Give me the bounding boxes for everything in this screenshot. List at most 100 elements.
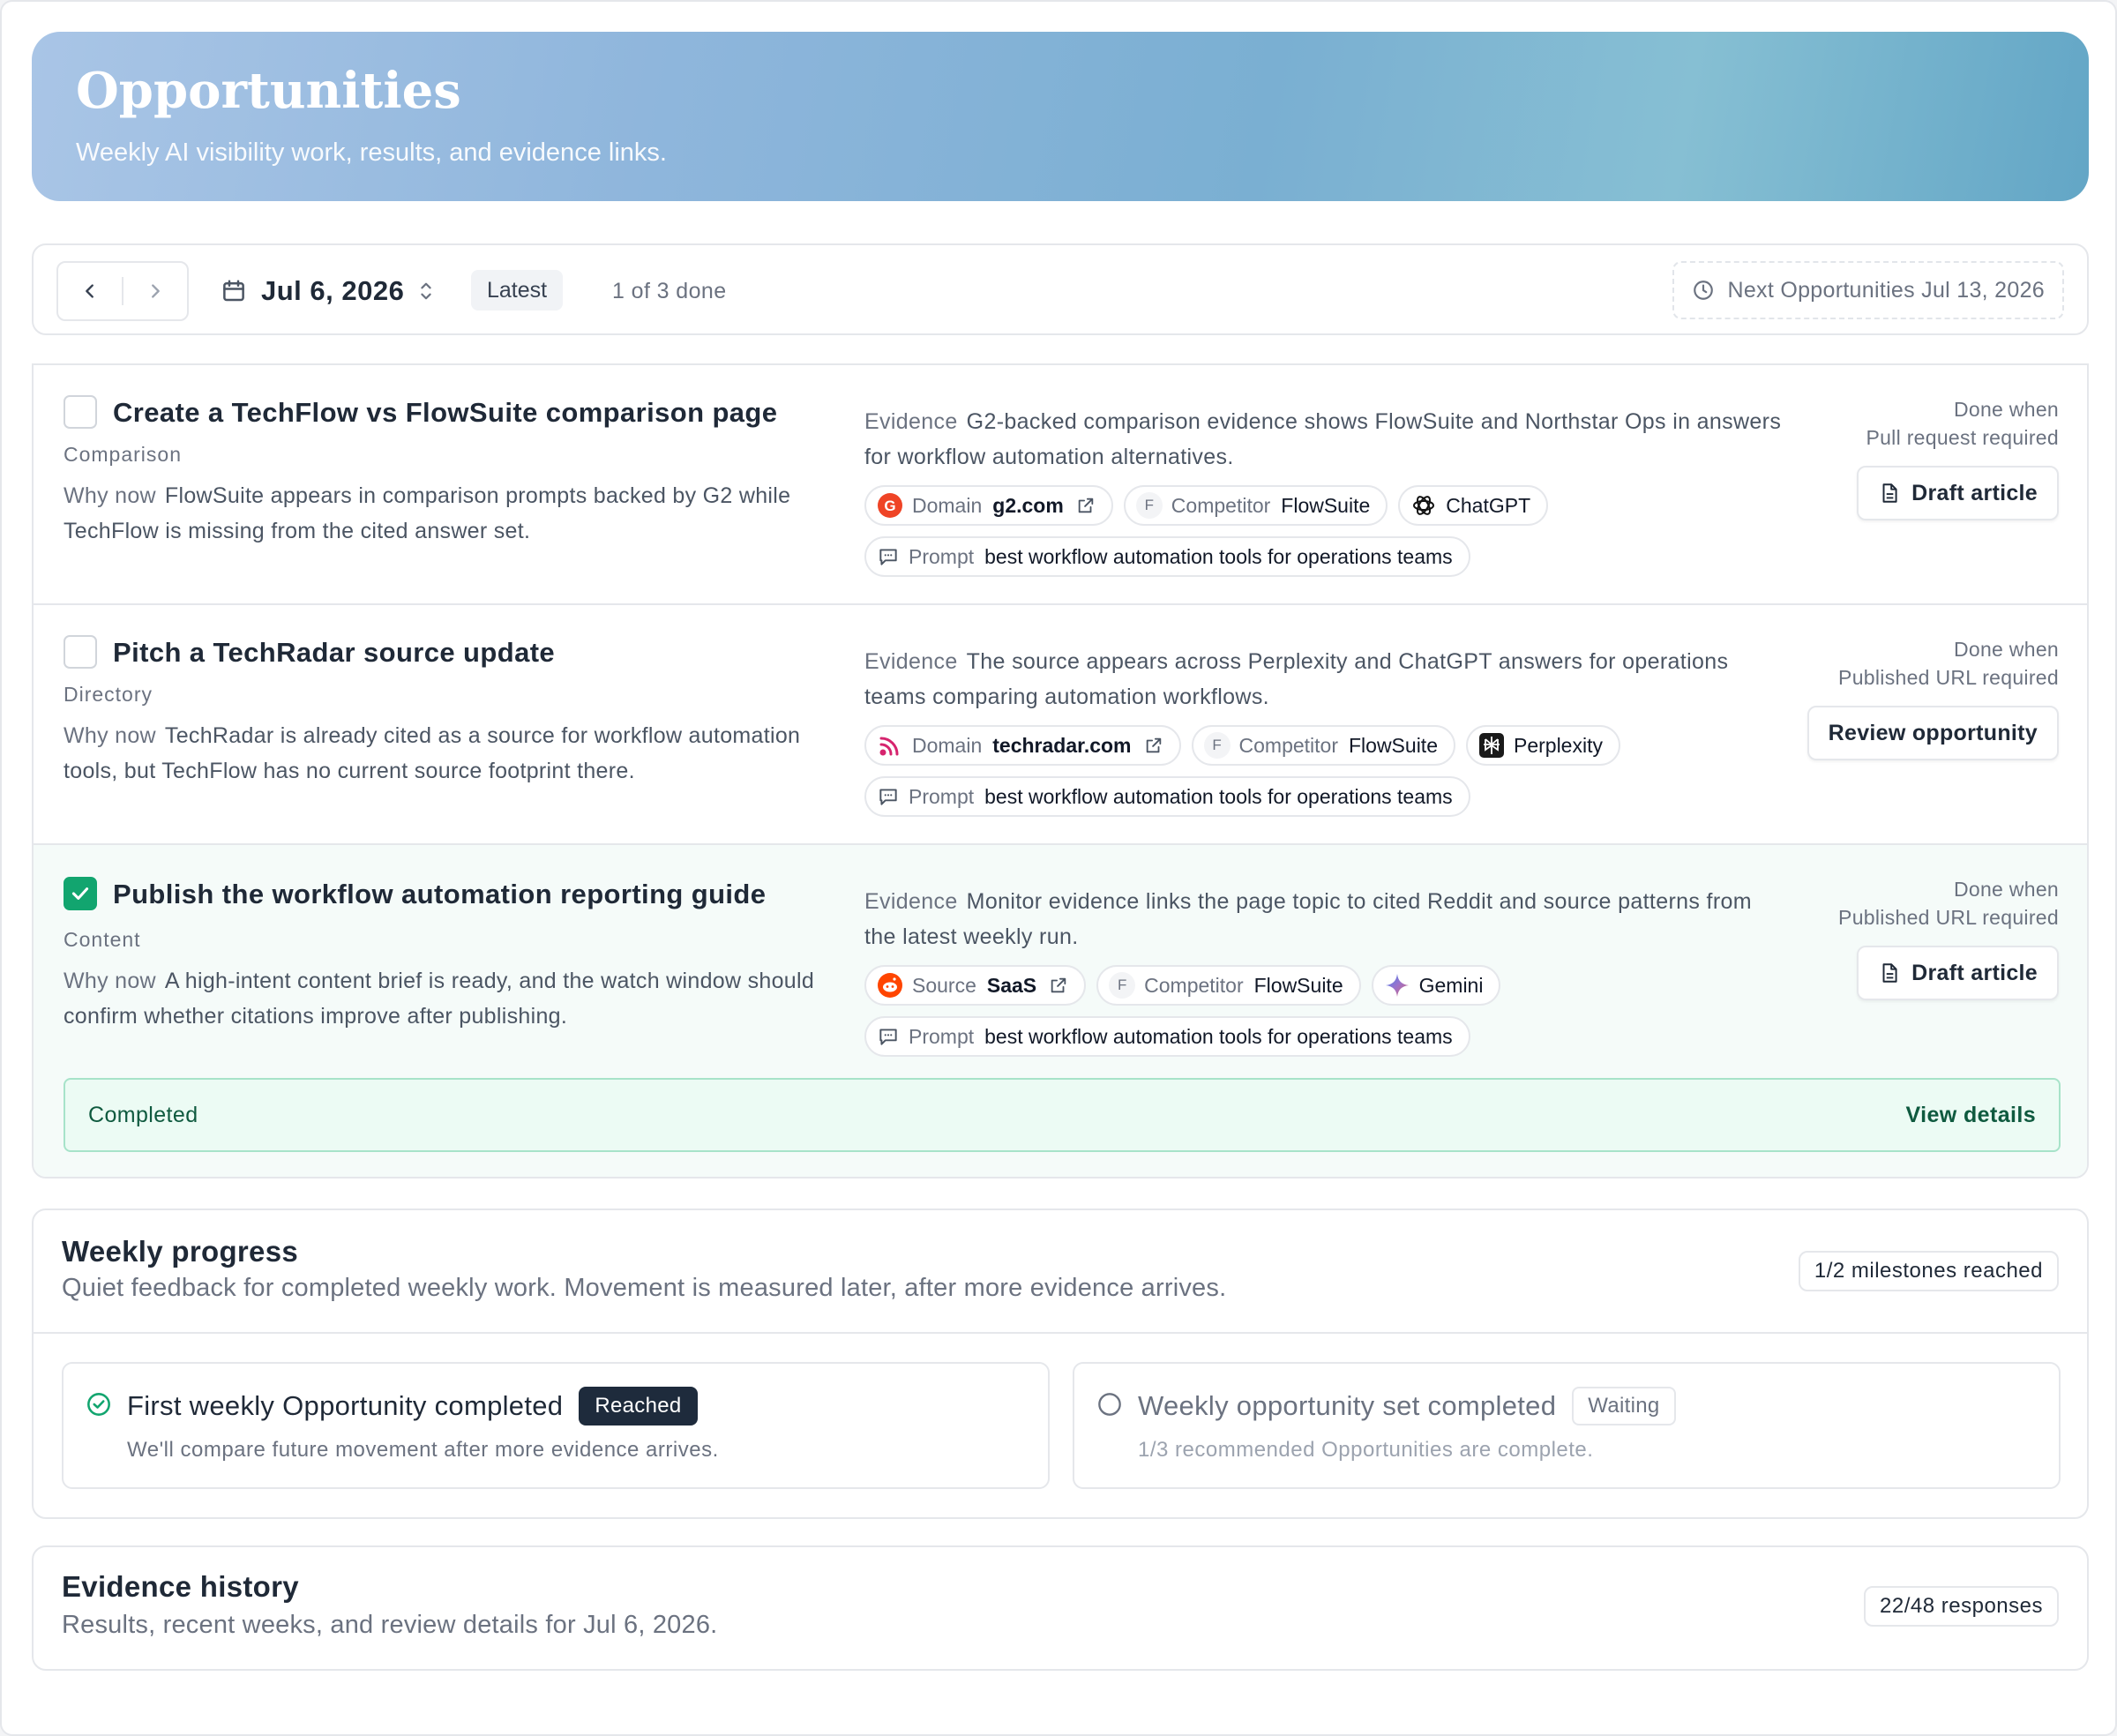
prev-week-button[interactable] [58, 263, 122, 319]
next-week-button[interactable] [123, 263, 187, 319]
opportunity-title: Create a TechFlow vs FlowSuite compariso… [113, 397, 778, 428]
weekly-progress-panel: Weekly progress Quiet feedback for compl… [32, 1208, 2089, 1519]
chip-value: FlowSuite [1349, 733, 1438, 757]
opportunity-evidence: Evidence G2-backed comparison evidence sh… [864, 404, 1782, 475]
done-when-requirement: Published URL required [1838, 666, 2059, 689]
chip-key: Competitor [1238, 733, 1338, 757]
evidence-chips: Source SaaS F Competitor FlowSuite Gemin… [864, 965, 1501, 1006]
prompt-chips: Prompt best workflow automation tools fo… [864, 776, 1470, 817]
chip-value: best workflow automation tools for opera… [984, 784, 1453, 808]
chip-value: SaaS [986, 973, 1037, 997]
opportunity-why: Why now TechRadar is already cited as a s… [64, 718, 857, 789]
milestone-title: First weekly Opportunity completed [127, 1390, 564, 1421]
opportunity-item: Create a TechFlow vs FlowSuite compariso… [34, 365, 2087, 605]
draft-article-button[interactable]: Draft article [1857, 946, 2059, 1000]
panel-subtitle: Results, recent weeks, and review detail… [62, 1611, 718, 1639]
opportunity-why: Why now A high-intent content brief is re… [64, 963, 857, 1034]
opportunity-category: Directory [64, 683, 153, 706]
panel-divider [34, 1332, 2087, 1334]
document-icon [1882, 483, 1897, 503]
evidence-chips: G Domain g2.com F Competitor FlowSuite C… [864, 485, 1549, 526]
prompt-chip[interactable]: Prompt best workflow automation tools fo… [864, 776, 1470, 817]
milestone-card: Weekly opportunity set completed Waiting… [1073, 1362, 2061, 1489]
external-link-icon [1051, 977, 1066, 993]
milestones-pill: 1/2 milestones reached [1798, 1251, 2059, 1291]
competitor-initial-icon: F [1203, 732, 1231, 759]
evidence-text: G2-backed comparison evidence shows Flow… [864, 409, 1782, 469]
opportunity-checkbox[interactable] [64, 395, 97, 429]
evidence-label: Evidence [864, 409, 958, 434]
milestone-title-row: Weekly opportunity set completed Waiting [1138, 1387, 1676, 1425]
chip-key: Domain [912, 493, 983, 517]
review-opportunity-button[interactable]: Review opportunity [1807, 706, 2059, 760]
opportunity-title: Publish the workflow automation reportin… [113, 879, 767, 909]
opportunity-list: Create a TechFlow vs FlowSuite compariso… [32, 363, 2089, 1179]
evidence-text: Monitor evidence links the page topic to… [864, 889, 1752, 949]
opportunity-checkbox[interactable] [64, 635, 97, 669]
chip-key: Domain [912, 733, 983, 757]
chevron-left-icon [86, 284, 94, 298]
engine-name: Gemini [1418, 973, 1484, 997]
opportunity-item: Pitch a TechRadar source update Director… [34, 605, 2087, 845]
responses-pill: 22/48 responses [1864, 1586, 2059, 1627]
reddit-icon [878, 973, 902, 998]
chip-value: FlowSuite [1253, 973, 1343, 997]
engine-name: Perplexity [1513, 733, 1603, 757]
competitor-chip[interactable]: F Competitor FlowSuite [1123, 485, 1388, 526]
milestone-title-row: First weekly Opportunity completed Reach… [127, 1387, 698, 1425]
message-icon [879, 549, 897, 565]
why-text: A high-intent content brief is ready, an… [64, 969, 815, 1029]
opportunity-why: Why now FlowSuite appears in comparison p… [64, 478, 857, 549]
clock-icon [1694, 281, 1714, 300]
status-badge: Reached [579, 1387, 698, 1425]
page-title: Opportunities [76, 62, 461, 120]
completed-banner: Completed View details [64, 1078, 2061, 1152]
button-label: Review opportunity [1828, 720, 2038, 745]
status-badge: Waiting [1572, 1387, 1676, 1425]
opportunity-title: Pitch a TechRadar source update [113, 637, 556, 668]
empty-circle-icon [1098, 1393, 1121, 1416]
evidence-label: Evidence [864, 889, 958, 914]
prompt-chip[interactable]: Prompt best workflow automation tools fo… [864, 536, 1470, 577]
perplexity-icon [1478, 733, 1504, 758]
techradar-logo-icon [879, 737, 899, 756]
view-details-link[interactable]: View details [1906, 1103, 2036, 1128]
engine-chip[interactable]: Perplexity [1465, 725, 1620, 766]
selected-date: Jul 6, 2026 [261, 275, 405, 306]
why-label: Why now [64, 969, 156, 993]
evidence-label: Evidence [864, 649, 958, 674]
engine-chip[interactable]: ChatGPT [1398, 485, 1549, 526]
competitor-chip[interactable]: F Competitor FlowSuite [1191, 725, 1455, 766]
opportunity-checkbox[interactable] [64, 877, 97, 910]
chevron-updown-icon [421, 282, 432, 300]
evidence-history-panel[interactable]: Evidence history Results, recent weeks, … [32, 1545, 2089, 1671]
done-count: 1 of 3 done [612, 279, 727, 303]
button-label: Draft article [1911, 960, 2038, 985]
prompt-chip[interactable]: Prompt best workflow automation tools fo… [864, 1016, 1470, 1057]
competitor-initial-icon: F [1135, 492, 1163, 519]
why-label: Why now [64, 483, 156, 508]
competitor-initial-icon: F [1109, 972, 1136, 999]
calendar-icon [223, 280, 244, 302]
panel-title: Evidence history [62, 1570, 299, 1603]
chevron-right-icon [152, 284, 160, 298]
page-subtitle: Weekly AI visibility work, results, and … [76, 138, 667, 168]
completed-label: Completed [88, 1102, 198, 1127]
chatgpt-icon [1413, 496, 1435, 515]
milestone-desc: 1/3 recommended Opportunities are comple… [1138, 1438, 1594, 1462]
competitor-chip[interactable]: F Competitor FlowSuite [1096, 965, 1361, 1006]
date-picker[interactable]: Jul 6, 2026 [221, 261, 436, 321]
opportunity-category: Content [64, 928, 141, 951]
source-chip[interactable]: Source SaaS [864, 965, 1087, 1006]
draft-article-button[interactable]: Draft article [1857, 466, 2059, 520]
milestone-title: Weekly opportunity set completed [1138, 1390, 1557, 1421]
done-when-label: Done when [1953, 878, 2059, 901]
chip-value: best workflow automation tools for opera… [984, 544, 1453, 568]
svg-text:G: G [884, 498, 895, 514]
next-opportunities-info: Next Opportunities Jul 13, 2026 [1672, 261, 2064, 319]
domain-chip[interactable]: Domain techradar.com [864, 725, 1181, 766]
engine-chip[interactable]: Gemini [1371, 965, 1501, 1006]
domain-chip[interactable]: G Domain g2.com [864, 485, 1113, 526]
done-when-requirement: Published URL required [1838, 906, 2059, 929]
check-circle-icon [87, 1393, 110, 1416]
